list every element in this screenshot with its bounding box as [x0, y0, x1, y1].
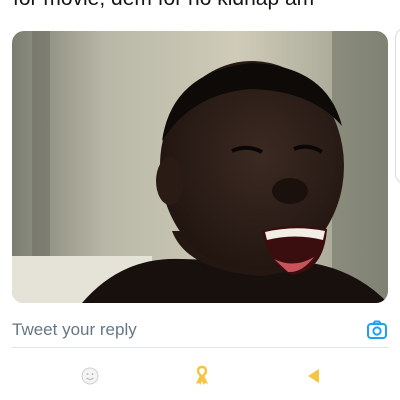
- reply-input[interactable]: Tweet your reply: [12, 320, 137, 340]
- emoji-icon[interactable]: [78, 364, 102, 388]
- camera-icon[interactable]: [366, 319, 388, 341]
- laughing-man-photo: [12, 31, 388, 303]
- next-media-card-edge[interactable]: [395, 28, 400, 184]
- back-arrow-icon[interactable]: [302, 364, 326, 388]
- ribbon-icon[interactable]: [190, 364, 214, 388]
- tweet-media[interactable]: [12, 31, 388, 303]
- divider: [12, 347, 388, 348]
- reply-composer[interactable]: Tweet your reply: [0, 312, 400, 348]
- tweet-text: for movie, dem for no kidnap am: [13, 0, 393, 12]
